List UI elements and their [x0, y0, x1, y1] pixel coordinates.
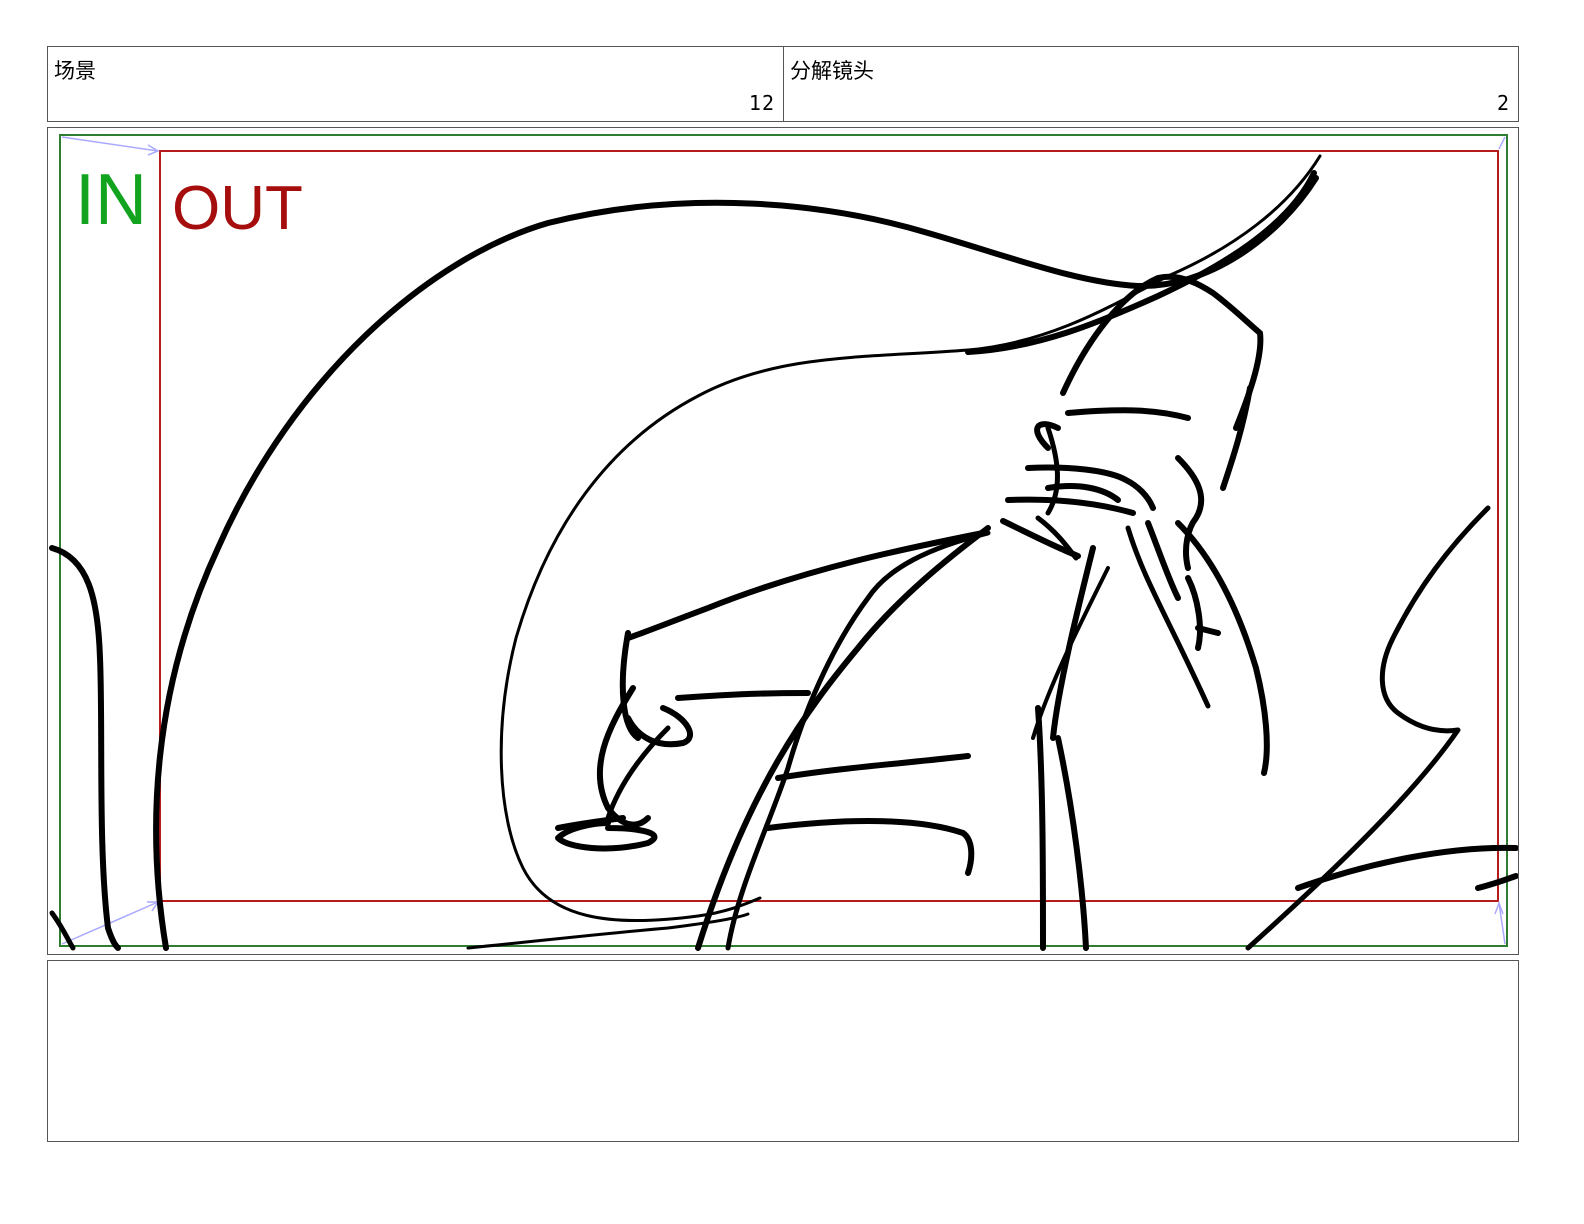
scene-label: 场景	[54, 59, 96, 83]
panel-drawing	[49, 134, 1518, 951]
out-frame	[159, 150, 1499, 902]
notes-cell[interactable]	[47, 960, 1519, 1142]
sketch-lines	[49, 154, 1518, 951]
storyboard-panel: IN OUT	[47, 127, 1519, 955]
in-frame-label: IN	[75, 160, 147, 240]
scene-header-cell: 场景 12	[47, 46, 784, 122]
shot-header-cell: 分解镜头 2	[783, 46, 1519, 122]
out-frame-label: OUT	[172, 174, 303, 243]
scene-number: 12	[748, 91, 775, 115]
camera-move-arrows	[61, 136, 1506, 945]
shot-number: 2	[1496, 91, 1510, 115]
shot-label: 分解镜头	[790, 59, 874, 83]
